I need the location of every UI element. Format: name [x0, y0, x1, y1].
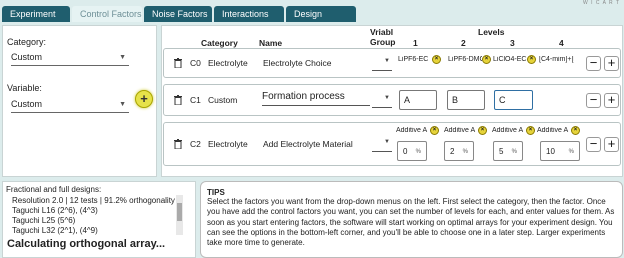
remove-level-button[interactable]: −: [586, 93, 601, 108]
chevron-down-icon: ▼: [119, 101, 126, 108]
remove-level-icon[interactable]: ×: [526, 126, 535, 135]
level-4-input[interactable]: 10%: [540, 141, 580, 161]
level-4-chip: [C4-mim]+[B: [539, 56, 574, 63]
header-level-2: 2: [461, 38, 466, 48]
level-4-label: Additive A: [537, 127, 569, 134]
level-3-input[interactable]: C: [494, 90, 533, 110]
trash-icon[interactable]: [174, 139, 182, 149]
factor-name-input[interactable]: Formation process: [262, 91, 370, 106]
factor-category: Electrolyte: [208, 58, 248, 68]
variable-select[interactable]: Custom ▼: [11, 97, 129, 113]
header-level-1: 1: [413, 38, 418, 48]
chevron-down-icon: ▼: [384, 95, 390, 101]
brand-text: W I C A R T: [582, 0, 620, 6]
tips-text: Select the factors you want from the dro…: [207, 197, 615, 248]
factor-id: C2: [190, 139, 201, 149]
level-4-value: 10: [546, 147, 555, 156]
remove-level-icon[interactable]: ×: [432, 55, 441, 64]
factor-name: Add Electrolyte Material: [263, 139, 353, 149]
category-select[interactable]: Custom ▼: [11, 50, 129, 66]
category-value: Custom: [11, 52, 43, 62]
tab-experiment[interactable]: Experiment: [2, 6, 70, 22]
factor-category: Custom: [208, 95, 238, 105]
header-level-3: 3: [510, 38, 515, 48]
tab-noise-factors[interactable]: Noise Factors: [144, 6, 212, 22]
header-category: Category: [201, 38, 238, 48]
factor-id: C1: [190, 95, 201, 105]
unit-label: %: [462, 149, 468, 155]
design-option[interactable]: Resolution 2.0 | 12 tests | 91.2% orthog…: [12, 196, 175, 205]
variable-group-select[interactable]: ▼: [372, 56, 392, 71]
level-2-input[interactable]: 2%: [444, 141, 474, 161]
level-3-input[interactable]: 5%: [493, 141, 523, 161]
variable-value: Custom: [11, 99, 43, 109]
tab-design[interactable]: Design: [286, 6, 356, 22]
level-2-value: 2: [450, 147, 455, 156]
factor-row-c1: C1 Custom Formation process ▼ A B C − +: [163, 84, 621, 116]
factor-id: C0: [190, 58, 201, 68]
designs-panel: Fractional and full designs: Resolution …: [2, 181, 196, 258]
add-level-button[interactable]: +: [604, 56, 619, 71]
level-3-chip: LiClO4-EC: [493, 56, 527, 63]
factor-name: Formation process: [262, 91, 345, 102]
calculating-status: Calculating orthogonal array...: [7, 238, 166, 250]
unit-label: %: [415, 149, 421, 155]
designs-scrollbar[interactable]: [176, 195, 183, 235]
variable-group-select[interactable]: ▼: [372, 93, 392, 108]
trash-icon[interactable]: [174, 95, 182, 105]
unit-label: %: [568, 149, 574, 155]
unit-label: %: [511, 149, 517, 155]
variable-group-select[interactable]: ▼: [372, 137, 392, 152]
tab-interactions[interactable]: Interactions: [214, 6, 284, 22]
design-option[interactable]: Taguchi L25 (5^6): [12, 216, 75, 225]
chevron-down-icon: ▼: [384, 139, 390, 145]
add-level-button[interactable]: +: [604, 93, 619, 108]
remove-level-icon[interactable]: ×: [430, 126, 439, 135]
tab-control-factors[interactable]: Control Factors: [72, 6, 142, 22]
variable-label: Variable:: [7, 83, 42, 93]
level-1-value: 0: [403, 147, 408, 156]
level-2-chip: LiPF6-DMC: [448, 56, 482, 63]
header-variable-group: Vriabl Group: [370, 27, 396, 47]
add-level-button[interactable]: +: [604, 137, 619, 152]
category-label: Category:: [7, 37, 47, 47]
designs-heading: Fractional and full designs:: [6, 185, 102, 194]
factor-row-c0: C0 Electrolyte Electrolyte Choice ▼ LiPF…: [163, 48, 621, 78]
level-3-value: 5: [499, 147, 504, 156]
level-1-input[interactable]: 0%: [397, 141, 427, 161]
level-1-input[interactable]: A: [399, 90, 437, 110]
add-factor-button[interactable]: +: [135, 90, 153, 108]
header-level-4: 4: [559, 38, 564, 48]
remove-level-button[interactable]: −: [586, 137, 601, 152]
remove-level-button[interactable]: −: [586, 56, 601, 71]
remove-level-icon[interactable]: ×: [527, 55, 536, 64]
design-option[interactable]: Taguchi L16 (2^6), (4^3): [12, 206, 98, 215]
level-1-chip: LiPF6-EC: [398, 56, 429, 63]
level-3-label: Additive A: [492, 127, 524, 134]
remove-level-icon[interactable]: ×: [571, 126, 580, 135]
factor-category: Electrolyte: [208, 139, 248, 149]
level-2-label: Additive A: [444, 127, 476, 134]
chevron-down-icon: ▼: [384, 58, 390, 64]
tips-panel: TIPS Select the factors you want from th…: [200, 181, 623, 258]
header-levels: Levels: [478, 27, 505, 37]
chevron-down-icon: ▼: [119, 54, 126, 61]
factor-row-c2: C2 Electrolyte Add Electrolyte Material …: [163, 122, 621, 166]
remove-level-icon[interactable]: ×: [478, 126, 487, 135]
factor-selector-panel: Category: Custom ▼ Variable: Custom ▼: [2, 25, 157, 177]
tips-title: TIPS: [207, 188, 225, 197]
level-2-input[interactable]: B: [447, 90, 485, 110]
remove-level-icon[interactable]: ×: [482, 55, 491, 64]
header-name: Name: [259, 38, 283, 48]
factor-name: Electrolyte Choice: [263, 58, 332, 68]
trash-icon[interactable]: [174, 58, 182, 68]
level-1-label: Additive A: [396, 127, 428, 134]
design-option[interactable]: Taguchi L32 (2^1), (4^9): [12, 226, 98, 235]
